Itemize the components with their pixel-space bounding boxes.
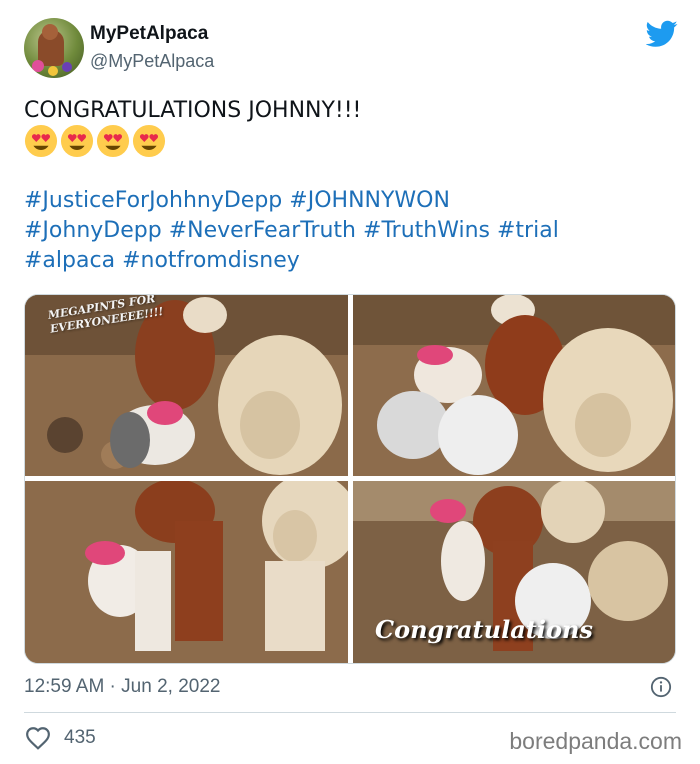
hashtag-link[interactable]: #trial bbox=[497, 218, 559, 243]
divider bbox=[24, 712, 676, 713]
hashtag-link[interactable]: #JohnyDepp bbox=[24, 218, 162, 243]
display-name[interactable]: MyPetAlpaca bbox=[90, 23, 208, 45]
heart-eyes-emoji-icon bbox=[96, 124, 130, 158]
hashtag-link[interactable]: #notfromdisney bbox=[122, 248, 300, 273]
like-count: 435 bbox=[64, 727, 96, 748]
hashtag-block: #JusticeForJohhnyDepp #JOHNNYWON #JohnyD… bbox=[24, 186, 674, 276]
hashtag-link[interactable]: #TruthWins bbox=[363, 218, 490, 243]
tweet-timestamp[interactable]: 12:59 AM · Jun 2, 2022 bbox=[24, 676, 220, 698]
alpaca-photo-image bbox=[25, 481, 348, 663]
alpaca-photo[interactable]: MEGAPINTS FOR EVERYONEEEE!!!! bbox=[25, 295, 348, 476]
alpaca-photo[interactable] bbox=[25, 481, 348, 663]
heart-eyes-emoji-icon bbox=[24, 124, 58, 158]
tweet-text: CONGRATULATIONS JOHNNY!!! bbox=[24, 98, 362, 123]
alpaca-photo[interactable]: Congratulations bbox=[353, 481, 675, 663]
emoji-row bbox=[24, 124, 166, 158]
avatar-flower bbox=[32, 60, 44, 72]
hashtag-link[interactable]: #NeverFearTruth bbox=[169, 218, 356, 243]
twitter-bird-icon[interactable] bbox=[646, 20, 678, 48]
hashtag-link[interactable]: #alpaca bbox=[24, 248, 115, 273]
avatar-flower bbox=[48, 66, 58, 76]
alpaca-photo-image bbox=[353, 295, 675, 476]
photo-grid: MEGAPINTS FOR EVERYONEEEE!!!! Congratula… bbox=[24, 294, 676, 664]
user-handle[interactable]: @MyPetAlpaca bbox=[90, 51, 214, 72]
avatar-alpaca-head bbox=[42, 24, 58, 40]
tweet-header: MyPetAlpaca @MyPetAlpaca bbox=[24, 18, 684, 78]
photo-caption: Congratulations bbox=[375, 615, 593, 644]
heart-icon[interactable] bbox=[25, 726, 51, 750]
hashtag-link[interactable]: #JOHNNYWON bbox=[289, 188, 450, 213]
avatar-flower bbox=[62, 62, 72, 72]
heart-eyes-emoji-icon bbox=[132, 124, 166, 158]
hashtag-link[interactable]: #JusticeForJohhnyDepp bbox=[24, 188, 282, 213]
avatar[interactable] bbox=[24, 18, 84, 78]
alpaca-photo[interactable] bbox=[353, 295, 675, 476]
heart-eyes-emoji-icon bbox=[60, 124, 94, 158]
watermark: boredpanda.com bbox=[509, 728, 682, 754]
info-icon[interactable] bbox=[650, 676, 672, 698]
